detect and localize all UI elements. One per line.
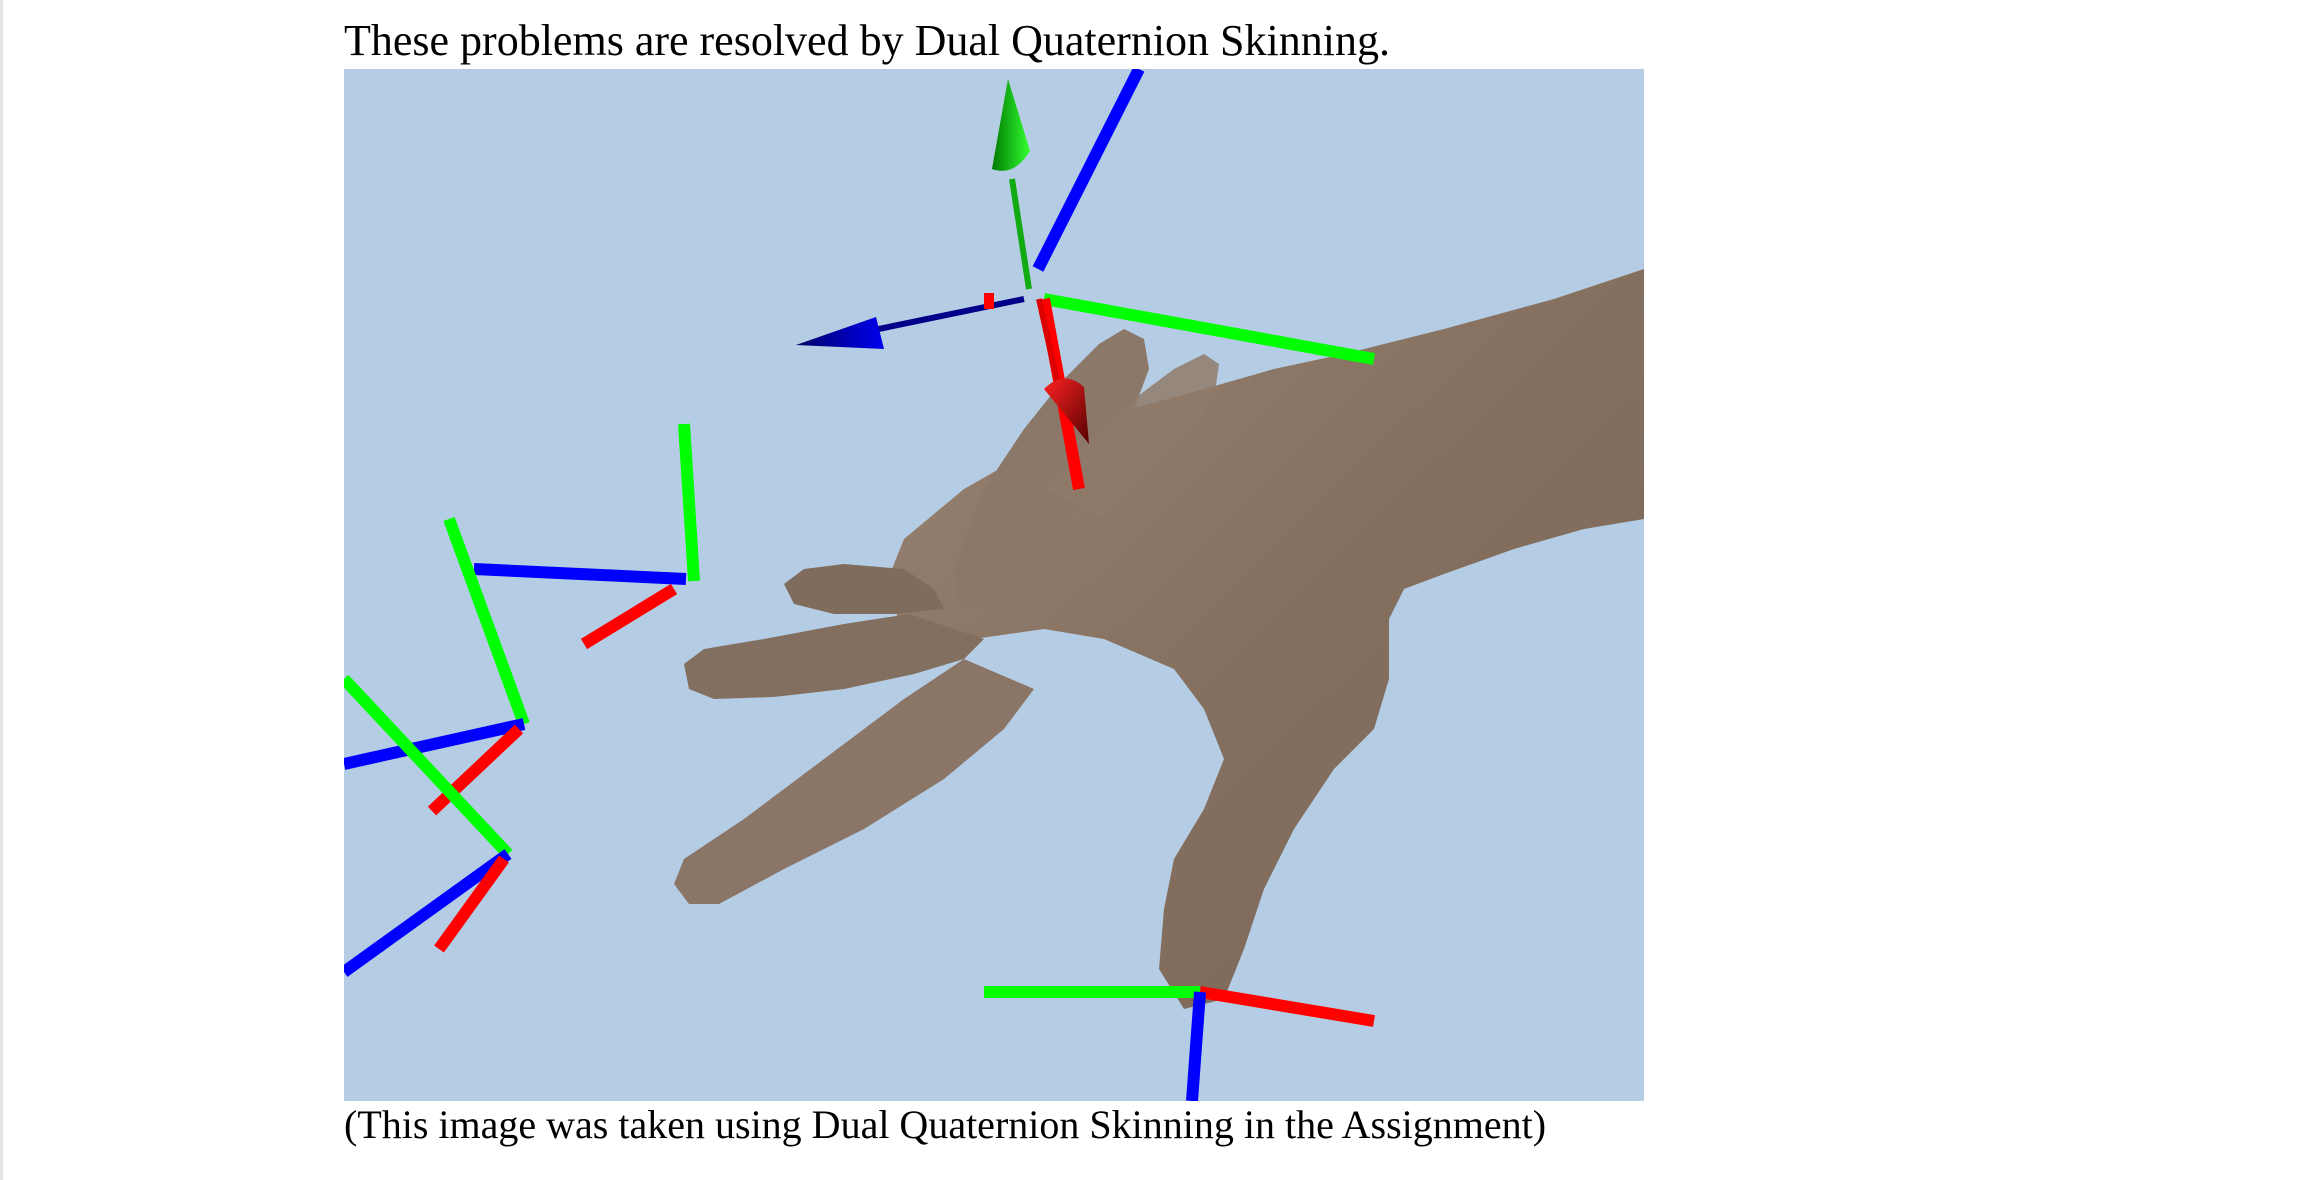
page-left-border (0, 0, 3, 1180)
document-page: These problems are resolved by Dual Quat… (0, 0, 2314, 1180)
skinning-render (344, 69, 1644, 1101)
section-heading: These problems are resolved by Dual Quat… (344, 16, 1390, 65)
figure-caption: (This image was taken using Dual Quatern… (344, 1102, 1547, 1147)
skinning-figure (344, 69, 1644, 1101)
frame5-z-axis (1186, 991, 1206, 1101)
gizmo-center[interactable] (984, 293, 994, 309)
